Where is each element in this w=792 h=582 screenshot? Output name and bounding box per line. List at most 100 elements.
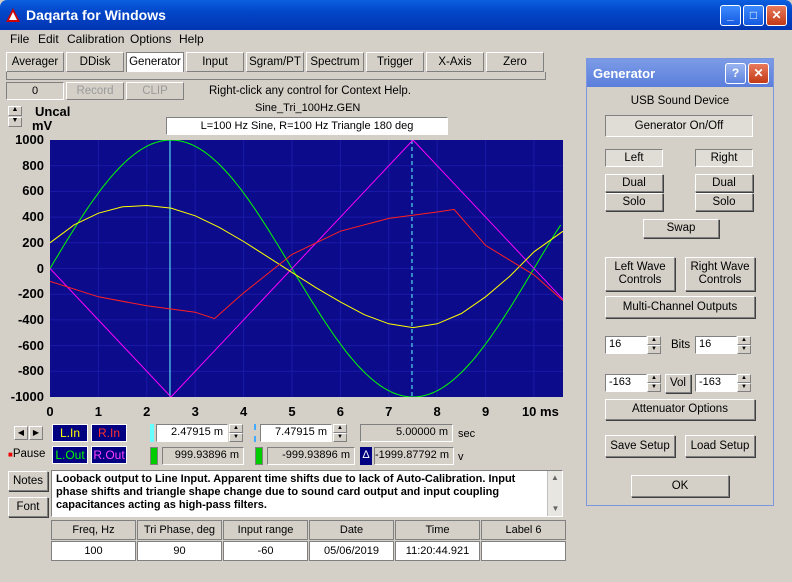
vol-left-field[interactable]: -163 [605,374,647,392]
cursor1-spin-down[interactable]: ▼ [229,433,243,442]
tab-input[interactable]: Input [186,52,244,72]
right-dual-button[interactable]: Dual [695,174,753,192]
cursor2-spin-down[interactable]: ▼ [333,433,347,442]
channel-rin-button[interactable]: R.In [91,424,127,442]
cursor2-spin-up[interactable]: ▲ [333,424,347,433]
counter-field[interactable]: 0 [6,82,64,100]
table-header-cell: Label 6 [481,520,566,540]
bits-right-field[interactable]: 16 [695,336,737,354]
table-value-cell[interactable]: 05/06/2019 [309,541,394,561]
channel-rout-button[interactable]: R.Out [91,446,127,464]
cursor1-level-icon [150,447,158,465]
bits-left-spin-up[interactable]: ▲ [647,336,661,345]
cursor1-time-field[interactable]: 2.47915 m [156,424,228,442]
generator-title: Generator [593,66,656,81]
y-tick-label: 200 [22,234,44,250]
y-units-mv: mV [32,118,53,133]
table-value-cell[interactable]: 11:20:44.921 [395,541,480,561]
left-channel-toggle[interactable]: Left [605,149,663,167]
tab-spectrum[interactable]: Spectrum [306,52,364,72]
generator-on-off-button[interactable]: Generator On/Off [605,115,753,137]
trace-chart [50,140,563,397]
x-tick-label: 1 [94,404,102,419]
load-setup-button[interactable]: Load Setup [685,435,755,457]
vol-right-field[interactable]: -163 [695,374,737,392]
y-scale-spinner-down[interactable]: ▼ [8,117,22,127]
save-setup-button[interactable]: Save Setup [605,435,675,457]
tab-generator[interactable]: Generator [126,52,184,72]
generator-close-button[interactable]: ✕ [748,63,769,84]
notes-scrollbar[interactable]: ▲ ▼ [547,471,562,516]
close-button[interactable]: ✕ [766,5,787,26]
font-button[interactable]: Font [8,497,48,517]
tab-zero[interactable]: Zero [486,52,544,72]
tab-sgram[interactable]: Sgram/PT [246,52,304,72]
x-tick-label: 7 [385,404,393,419]
vol-left-spin-up[interactable]: ▲ [647,374,661,383]
scroll-down-icon[interactable]: ▼ [548,502,563,516]
record-button[interactable]: Record [66,82,124,100]
attenuator-options-button[interactable]: Attenuator Options [605,399,755,420]
left-dual-button[interactable]: Dual [605,174,663,192]
scroll-left-button[interactable]: ◀ [14,426,28,440]
tab-averager[interactable]: Averager [6,52,64,72]
ok-button[interactable]: OK [631,475,729,497]
delta-value-field: -1999.87792 m [374,447,454,465]
multi-channel-outputs-button[interactable]: Multi-Channel Outputs [605,296,755,318]
minimize-button[interactable]: _ [720,5,741,26]
channel-lout-button[interactable]: L.Out [52,446,88,464]
left-solo-button[interactable]: Solo [605,193,663,211]
app-icon[interactable] [6,8,20,25]
table-header-cell: Input range [223,520,308,540]
tab-xaxis[interactable]: X-Axis [426,52,484,72]
table-value-cell[interactable]: 100 [51,541,136,561]
menu-file[interactable]: File [10,32,29,46]
table-value-cell[interactable]: 90 [137,541,222,561]
notes-button[interactable]: Notes [8,471,48,491]
bits-left-spin-down[interactable]: ▼ [647,345,661,354]
bits-right-spin-down[interactable]: ▼ [737,345,751,354]
cursor2-value-field: -999.93896 m [267,447,355,465]
vol-right-spin-up[interactable]: ▲ [737,374,751,383]
delta-time-field: 5.00000 m [360,424,453,442]
pause-indicator[interactable]: ■Pause [8,448,45,460]
bits-right-spin-up[interactable]: ▲ [737,336,751,345]
y-tick-label: -800 [17,363,44,379]
vol-left-spin-down[interactable]: ▼ [647,383,661,392]
right-channel-toggle[interactable]: Right [695,149,753,167]
y-tick-label: -400 [17,311,44,327]
menu-edit[interactable]: Edit [38,32,59,46]
table-value-cell[interactable] [481,541,566,561]
notes-textarea[interactable]: Looback output to Line Input. Apparent t… [51,470,563,517]
table-value-cell[interactable]: -60 [223,541,308,561]
cursor1-value-field: 999.93896 m [162,447,244,465]
menu-calibration[interactable]: Calibration [67,32,124,46]
y-scale-spinner-up[interactable]: ▲ [8,106,22,116]
left-wave-controls-button[interactable]: Left Wave Controls [605,257,675,291]
tab-trigger[interactable]: Trigger [366,52,424,72]
scroll-up-icon[interactable]: ▲ [548,471,562,485]
generator-dialog: Generator ? ✕ USB Sound Device Generator… [586,58,774,506]
scroll-right-button[interactable]: ▶ [29,426,43,440]
bits-left-field[interactable]: 16 [605,336,647,354]
vol-button[interactable]: Vol [665,374,691,393]
y-tick-label: 800 [22,157,44,173]
cursor2-time-field[interactable]: 7.47915 m [260,424,332,442]
right-wave-controls-button[interactable]: Right Wave Controls [685,257,755,291]
trace-plot[interactable] [50,140,563,397]
right-solo-button[interactable]: Solo [695,193,753,211]
generator-help-button[interactable]: ? [725,63,746,84]
menu-options[interactable]: Options [130,32,171,46]
vol-right-spin-down[interactable]: ▼ [737,383,751,392]
y-units-uncal: Uncal [35,104,71,119]
tab-ddisk[interactable]: DDisk [66,52,124,72]
plot-caption: L=100 Hz Sine, R=100 Hz Triangle 180 deg [166,117,448,135]
x-tick-label: 0 [46,404,54,419]
swap-button[interactable]: Swap [643,219,719,238]
cursor1-marker-icon [150,424,154,442]
cursor1-spin-up[interactable]: ▲ [229,424,243,433]
plot-caption-text: L=100 Hz Sine, R=100 Hz Triangle 180 deg [200,120,414,132]
menu-help[interactable]: Help [179,32,204,46]
channel-lin-button[interactable]: L.In [52,424,88,442]
maximize-button[interactable]: □ [743,5,764,26]
